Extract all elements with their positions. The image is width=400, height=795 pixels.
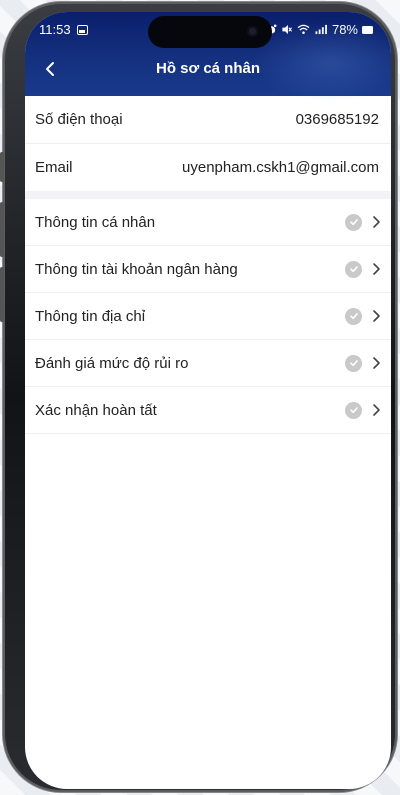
phone-label: Số điện thoại <box>35 111 123 128</box>
menu-item-address[interactable]: Thông tin địa chỉ <box>25 293 391 340</box>
phone-frame: 11:53 78% Hồ sơ cá nhân Số điện thoại 03… <box>0 2 397 792</box>
phone-row: Số điện thoại 0369685192 <box>25 96 391 144</box>
email-label: Email <box>35 159 73 176</box>
profile-content: Số điện thoại 0369685192 Email uyenpham.… <box>25 96 391 434</box>
alarm-icon <box>266 24 277 34</box>
volume-button <box>0 202 4 257</box>
chevron-right-icon <box>372 262 381 276</box>
mute-icon <box>282 24 292 35</box>
battery-percent: 78% <box>331 22 358 37</box>
camera-cutout <box>148 16 272 48</box>
page-title: Hồ sơ cá nhân <box>155 60 261 77</box>
status-icons: 78% <box>266 22 373 37</box>
email-row: Email uyenpham.cskh1@gmail.com <box>25 144 391 191</box>
menu-item-indicators <box>345 354 381 372</box>
chevron-right-icon <box>372 356 381 370</box>
status-time: 11:53 <box>39 22 71 37</box>
volume-button <box>0 152 4 182</box>
section-divider <box>25 191 391 199</box>
menu-item-label: Thông tin tài khoản ngân hàng <box>35 260 238 278</box>
menu-item-risk-assessment[interactable]: Đánh giá mức độ rủi ro <box>25 340 391 387</box>
menu-item-indicators <box>345 307 381 325</box>
gallery-icon <box>76 24 88 35</box>
chevron-right-icon <box>372 215 381 229</box>
menu-item-confirm-complete[interactable]: Xác nhận hoàn tất <box>25 387 391 434</box>
screen: 11:53 78% Hồ sơ cá nhân Số điện thoại 03… <box>25 12 391 789</box>
menu-item-personal-info[interactable]: Thông tin cá nhân <box>25 199 391 246</box>
camera-lens <box>247 26 258 37</box>
volume-button <box>0 267 4 322</box>
check-circle-icon <box>345 260 362 278</box>
chevron-right-icon <box>372 309 381 323</box>
battery-icon <box>362 25 373 34</box>
menu-item-bank-account[interactable]: Thông tin tài khoản ngân hàng <box>25 246 391 293</box>
menu-item-indicators <box>345 260 381 278</box>
check-circle-icon <box>345 213 362 231</box>
menu-item-indicators <box>345 401 381 419</box>
menu-item-indicators <box>345 213 381 231</box>
status-time-group: 11:53 <box>39 22 88 37</box>
wifi-icon <box>297 24 310 34</box>
email-value: uyenpham.cskh1@gmail.com <box>182 159 379 176</box>
signal-icon <box>315 24 327 35</box>
menu-item-label: Thông tin cá nhân <box>35 213 156 231</box>
check-circle-icon <box>345 401 362 419</box>
menu-item-label: Thông tin địa chỉ <box>35 307 146 325</box>
check-circle-icon <box>345 354 362 372</box>
menu-item-label: Đánh giá mức độ rủi ro <box>35 354 189 372</box>
header-bar: 11:53 78% Hồ sơ cá nhân <box>25 12 391 102</box>
menu-item-label: Xác nhận hoàn tất <box>35 401 157 419</box>
chevron-right-icon <box>372 403 381 417</box>
phone-value: 0369685192 <box>295 111 379 128</box>
check-circle-icon <box>345 307 362 325</box>
